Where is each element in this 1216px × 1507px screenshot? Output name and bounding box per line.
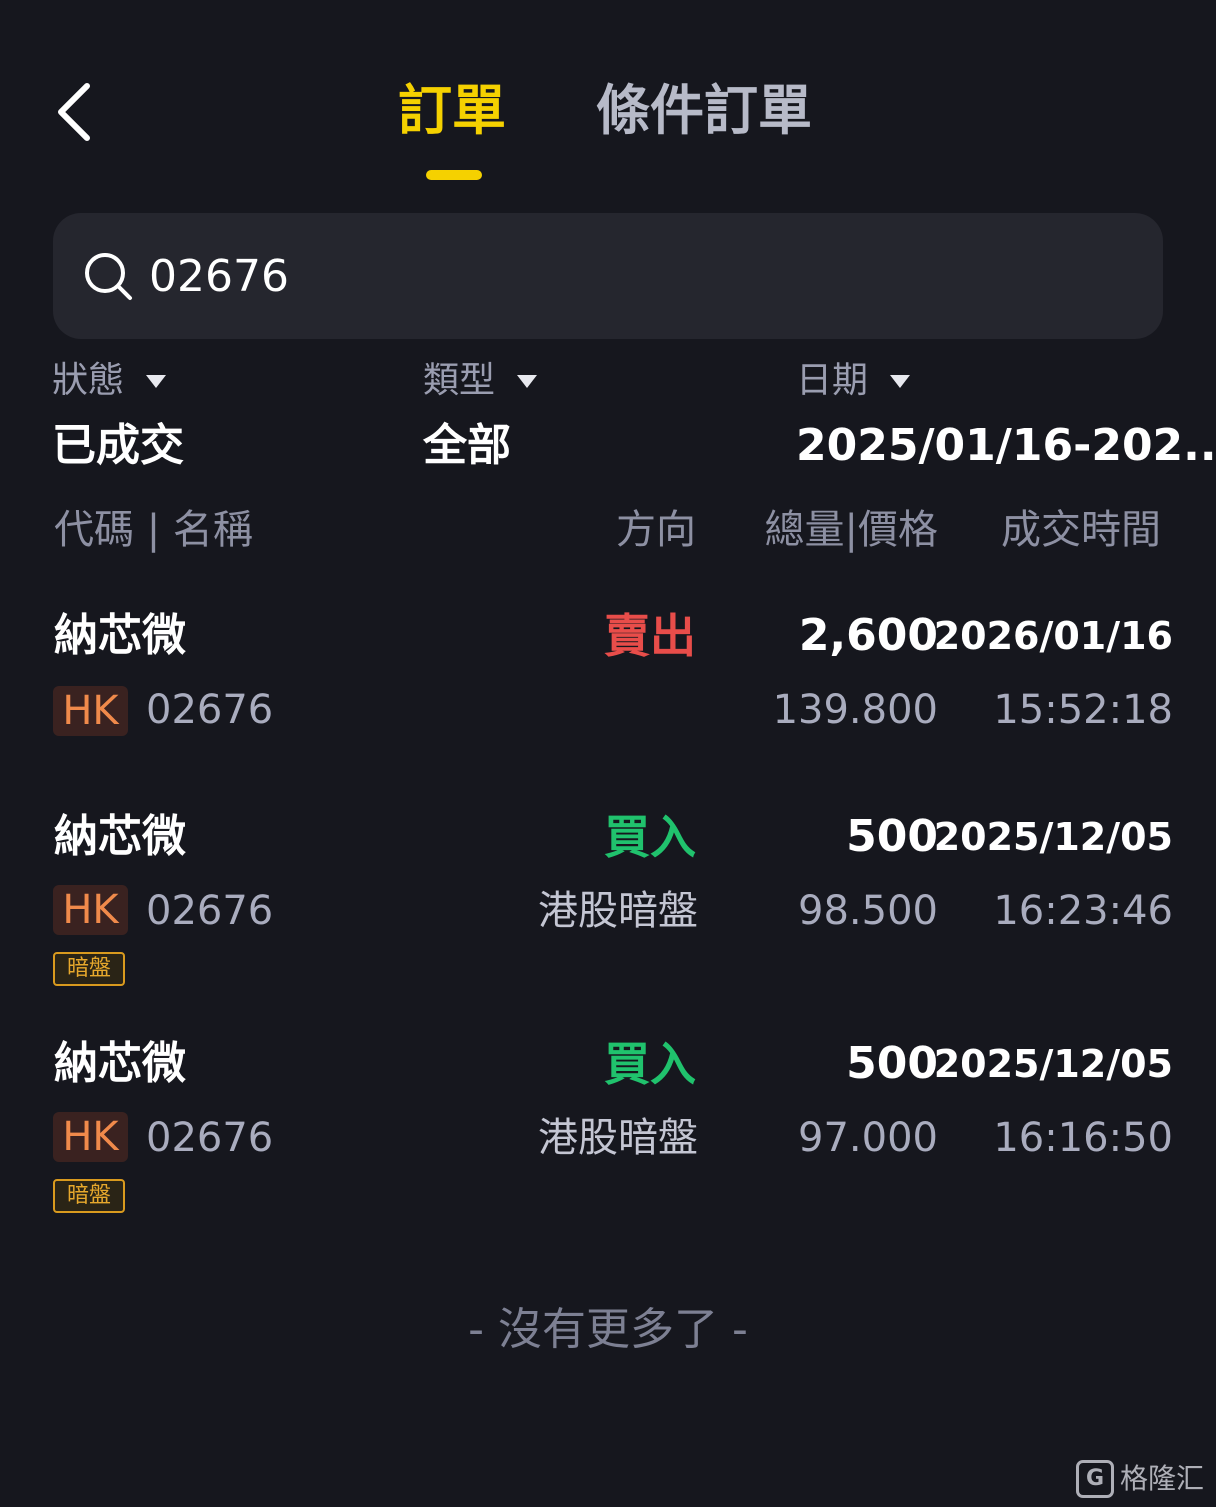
back-icon[interactable]	[50, 80, 100, 144]
filter-status-value: 已成交	[52, 420, 184, 471]
caret-down-icon	[146, 374, 167, 388]
order-market: 港股暗盤	[538, 888, 698, 934]
trade-time: 15:52:18	[993, 687, 1173, 733]
market-badge: HK	[53, 686, 128, 736]
order-price: 139.800	[772, 687, 938, 733]
search-icon	[83, 251, 135, 303]
order-market: 港股暗盤	[538, 1115, 698, 1161]
stock-code: 02676	[146, 687, 274, 733]
order-quantity: 500	[846, 1038, 938, 1089]
order-row[interactable]: 納芯微 HK 02676 暗盤 買入 港股暗盤 500 97.000 2025/…	[0, 1034, 1216, 1224]
trade-date: 2026/01/16	[933, 614, 1173, 658]
stock-code: 02676	[146, 1115, 274, 1161]
column-header-time: 成交時間	[1001, 507, 1161, 553]
tab-orders[interactable]: 訂單	[398, 76, 506, 146]
active-tab-indicator	[426, 170, 482, 180]
no-more-text: - 沒有更多了 -	[468, 1304, 748, 1355]
order-price: 98.500	[798, 888, 938, 934]
watermark: G 格隆汇	[1075, 1460, 1204, 1498]
filter-status-label: 狀態	[52, 360, 125, 401]
watermark-text: 格隆汇	[1119, 1462, 1204, 1495]
market-badge: HK	[53, 1112, 128, 1162]
column-header-name: 代碼 | 名稱	[54, 507, 253, 553]
filter-type-label: 類型	[423, 360, 496, 401]
watermark-logo-icon: G	[1075, 1460, 1114, 1498]
filter-type[interactable]: 類型 全部	[423, 358, 538, 476]
stock-name: 納芯微	[54, 1038, 186, 1089]
trade-time: 16:16:50	[993, 1115, 1173, 1161]
stock-name: 納芯微	[54, 610, 186, 661]
filter-date-label: 日期	[796, 360, 869, 401]
filter-date[interactable]: 日期 2025/01/16-202...	[796, 358, 1216, 476]
tab-conditional-orders[interactable]: 條件訂單	[596, 76, 812, 146]
order-row[interactable]: 納芯微 HK 02676 暗盤 買入 港股暗盤 500 98.500 2025/…	[0, 807, 1216, 997]
order-price: 97.000	[798, 1115, 938, 1161]
search-input[interactable]	[149, 241, 1129, 311]
order-direction: 買入	[604, 810, 696, 864]
order-direction: 買入	[604, 1037, 696, 1091]
caret-down-icon	[517, 374, 538, 388]
trade-date: 2025/12/05	[933, 815, 1173, 859]
filter-type-value: 全部	[423, 420, 511, 471]
order-direction: 賣出	[604, 609, 696, 663]
stock-code: 02676	[146, 888, 274, 934]
column-header-qty-price: 總量|價格	[764, 507, 938, 553]
search-bar[interactable]	[53, 213, 1163, 339]
grey-market-tag: 暗盤	[53, 1179, 125, 1213]
order-quantity: 2,600	[798, 610, 938, 661]
filter-status[interactable]: 狀態 已成交	[52, 358, 184, 476]
market-badge: HK	[53, 885, 128, 935]
stock-name: 納芯微	[54, 811, 186, 862]
trade-date: 2025/12/05	[933, 1042, 1173, 1086]
order-row[interactable]: 納芯微 HK 02676 賣出 2,600 139.800 2026/01/16…	[0, 606, 1216, 746]
order-quantity: 500	[846, 811, 938, 862]
trade-time: 16:23:46	[993, 888, 1173, 934]
column-header-direction: 方向	[616, 507, 696, 553]
caret-down-icon	[890, 374, 911, 388]
grey-market-tag: 暗盤	[53, 952, 125, 986]
filter-date-value: 2025/01/16-202...	[796, 420, 1216, 471]
